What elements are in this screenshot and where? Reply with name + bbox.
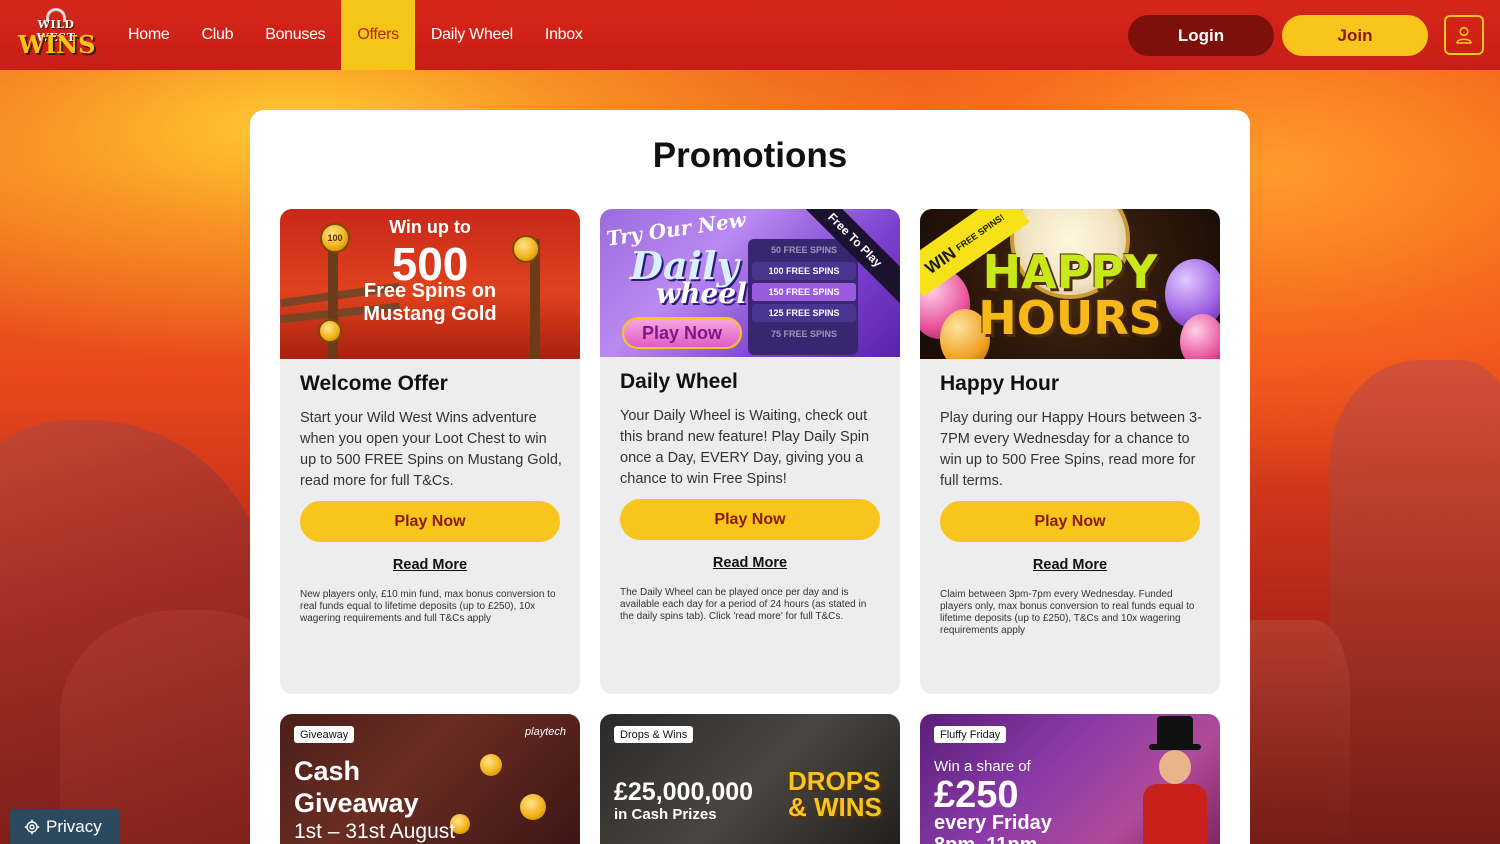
gear-icon <box>24 819 40 834</box>
promo-card-drops-wins[interactable]: Drops & Wins £25,000,000 in Cash Prizes … <box>600 714 900 844</box>
fluffy-line-4: 8pm–11pm <box>934 834 1037 844</box>
nav-bonuses[interactable]: Bonuses <box>249 0 341 70</box>
promo-description: Start your Wild West Wins adventure when… <box>300 410 562 489</box>
page-title: Promotions <box>652 136 848 175</box>
main-nav: Home Club Bonuses Offers Daily Wheel Inb… <box>112 0 599 70</box>
nav-offers[interactable]: Offers <box>341 0 415 70</box>
promo-title: Daily Wheel <box>620 370 738 393</box>
playtech-logo: playtech <box>525 726 566 738</box>
promo-card-fluffy-friday[interactable]: Fluffy Friday Win a share of £250 every … <box>920 714 1220 844</box>
banner-play-now: Play Now <box>622 317 742 349</box>
ringmaster-illustration <box>1135 714 1215 844</box>
promo-tag: Drops & Wins <box>614 726 694 743</box>
site-header: WILD WEST WINS Home Club Bonuses Offers … <box>0 0 1500 70</box>
promo-tag: Giveaway <box>294 726 355 743</box>
coin-icon <box>520 794 546 820</box>
promo-tag: Fluffy Friday <box>934 726 1007 743</box>
user-icon <box>1456 26 1472 44</box>
background-rock-right <box>1330 360 1500 844</box>
cash-dates: 1st – 31st August <box>294 820 456 843</box>
read-more-link[interactable]: Read More <box>280 557 580 573</box>
account-button[interactable] <box>1444 15 1484 55</box>
banner-line-1: Win up to <box>389 217 471 237</box>
promo-terms: New players only, £10 min fund, max bonu… <box>300 589 556 624</box>
join-button[interactable]: Join <box>1282 15 1428 56</box>
promo-card-welcome-offer: 100 Win up to 500 Free Spins on Mustang … <box>280 209 580 694</box>
fluffy-line-1: Win a share of <box>934 758 1031 775</box>
spin-row: 100 FREE SPINS <box>752 262 856 280</box>
drops-sub: in Cash Prizes <box>614 806 717 823</box>
cash-line-1: Cash <box>294 756 361 786</box>
happy-hour-banner[interactable]: WIN FREE SPINS! HAPPY HOURS <box>920 209 1220 359</box>
spin-row: 75 FREE SPINS <box>770 329 838 339</box>
spin-row: 125 FREE SPINS <box>752 304 856 322</box>
banner-line-3: Free Spins on <box>363 280 497 302</box>
promo-terms: Claim between 3pm-7pm every Wednesday. F… <box>940 589 1195 636</box>
play-now-button[interactable]: Play Now <box>940 501 1200 542</box>
read-more-link[interactable]: Read More <box>600 555 900 571</box>
nav-home[interactable]: Home <box>112 0 185 70</box>
play-now-button[interactable]: Play Now <box>620 499 880 540</box>
fluffy-line-3: every Friday <box>934 812 1052 834</box>
banner-hours-text: HOURS <box>978 291 1162 345</box>
nav-club[interactable]: Club <box>185 0 249 70</box>
promo-description: Play during our Happy Hours between 3-7P… <box>940 410 1202 489</box>
promo-description: Your Daily Wheel is Waiting, check out t… <box>620 408 870 487</box>
logo-main-text: WINS <box>18 30 96 59</box>
privacy-label: Privacy <box>46 816 102 836</box>
nav-daily-wheel[interactable]: Daily Wheel <box>415 0 529 70</box>
promo-title: Happy Hour <box>940 372 1060 395</box>
read-more-link[interactable]: Read More <box>920 557 1220 573</box>
promo-terms: The Daily Wheel can be played once per d… <box>620 587 867 622</box>
drops-amount: £25,000,000 <box>614 778 754 806</box>
drops-logo-line-2: & WINS <box>788 792 882 822</box>
promo-title: Welcome Offer <box>300 372 448 395</box>
daily-wheel-banner[interactable]: 50 FREE SPINS 100 FREE SPINS 150 FREE SP… <box>600 209 900 357</box>
coin-icon <box>480 754 502 776</box>
promo-card-happy-hour: WIN FREE SPINS! HAPPY HOURS Happy Hour P… <box>920 209 1220 694</box>
privacy-button[interactable]: Privacy <box>10 809 119 844</box>
site-logo[interactable]: WILD WEST WINS <box>18 8 96 62</box>
welcome-offer-banner[interactable]: 100 Win up to 500 Free Spins on Mustang … <box>280 209 580 359</box>
banner-line-4: Mustang Gold <box>363 303 497 325</box>
play-now-button[interactable]: Play Now <box>300 501 560 542</box>
cash-line-2: Giveaway <box>294 788 419 818</box>
login-button[interactable]: Login <box>1128 15 1274 56</box>
banner-wheel-text: wheel <box>656 277 747 310</box>
fluffy-amount: £250 <box>934 774 1019 816</box>
promo-card-cash-giveaway[interactable]: Giveaway playtech Cash Giveaway 1st – 31… <box>280 714 580 844</box>
spin-row: 150 FREE SPINS <box>752 283 856 301</box>
promo-card-daily-wheel: 50 FREE SPINS 100 FREE SPINS 150 FREE SP… <box>600 209 900 694</box>
nav-inbox[interactable]: Inbox <box>529 0 599 70</box>
